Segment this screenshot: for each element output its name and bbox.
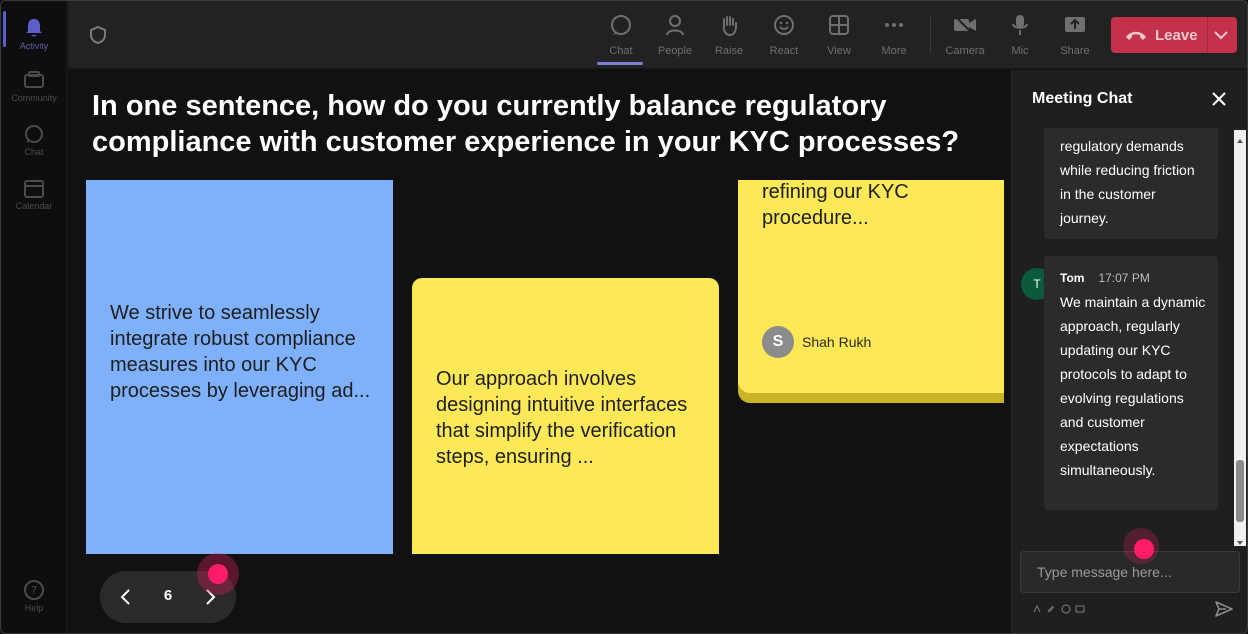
chat-button[interactable]: Chat: [595, 9, 647, 65]
meeting-toolbar: Chat People Raise React View More Camera…: [68, 1, 1247, 69]
chat-icon: [23, 123, 45, 145]
community-icon: [23, 69, 45, 91]
phone-hangup-icon: [1125, 28, 1147, 42]
question-title: In one sentence, how do you currently ba…: [92, 90, 960, 158]
share-button-label: Share: [1060, 45, 1090, 57]
page-number: 6: [163, 587, 173, 604]
avatar: S: [762, 326, 794, 358]
toolbar-divider: [930, 17, 931, 53]
view-button[interactable]: View: [813, 9, 865, 65]
rail-item-activity[interactable]: Activity: [1, 9, 67, 59]
pointer-indicator: [1123, 528, 1159, 564]
rail-label: Community: [11, 93, 57, 103]
pointer-indicator: [197, 553, 239, 595]
rail-item-calendar[interactable]: Calendar: [1, 169, 67, 219]
rail-item-help[interactable]: ? Help: [1, 571, 67, 621]
chat-message: Tom 17:07 PM We maintain a dynamic appro…: [1044, 256, 1218, 510]
people-button-label: People: [657, 45, 693, 57]
help-icon: ?: [23, 579, 45, 601]
chat-scrollbar[interactable]: [1234, 130, 1246, 546]
raise-hand-button[interactable]: Raise: [703, 9, 755, 65]
previous-page-button[interactable]: [114, 585, 138, 609]
scrollbar-thumb[interactable]: [1236, 460, 1244, 522]
active-tab-indicator: [597, 62, 643, 65]
card-author: S Shah Rukh: [762, 326, 871, 358]
microphone-icon: [1008, 13, 1032, 37]
bell-icon: [23, 17, 45, 39]
react-button-label: React: [769, 45, 799, 57]
grid-icon: [827, 13, 851, 37]
mic-button-label: Mic: [1011, 45, 1029, 57]
chat-message: regulatory demands while reducing fricti…: [1044, 128, 1218, 239]
rail-label: Chat: [24, 147, 44, 157]
rail-item-community[interactable]: Community: [1, 61, 67, 111]
meeting-window: Activity Community Chat Calendar ? Help: [0, 0, 1248, 634]
sticky-note-card[interactable]: We strive to seamlessly integrate robust…: [86, 180, 393, 554]
app-rail: Activity Community Chat Calendar ? Help: [1, 1, 67, 633]
card-text: Our approach involves designing intuitiv…: [436, 368, 688, 468]
rail-label: Help: [24, 603, 44, 613]
chat-icon: [609, 13, 633, 37]
react-button[interactable]: React: [758, 9, 810, 65]
message-meta: Tom 17:07 PM: [1060, 266, 1208, 290]
send-icon[interactable]: [1214, 600, 1234, 618]
meeting-chat-panel: Meeting Chat regulatory demands while re…: [1011, 70, 1247, 633]
chat-message-list[interactable]: regulatory demands while reducing fricti…: [1012, 128, 1247, 546]
card-text: We strive to seamlessly integrate robust…: [110, 302, 371, 402]
message-time: 17:07 PM: [1098, 271, 1150, 285]
sender-name: Tom: [1060, 271, 1085, 285]
chevron-down-icon[interactable]: [1213, 28, 1229, 42]
close-icon[interactable]: [1210, 90, 1228, 108]
raise-hand-button-label: Raise: [714, 45, 744, 57]
people-icon: [663, 13, 687, 37]
share-screen-icon: [1063, 13, 1087, 37]
mic-button[interactable]: Mic: [994, 9, 1046, 65]
smiley-icon: [772, 13, 796, 37]
leave-button-label: Leave: [1155, 26, 1198, 44]
rail-label: Activity: [19, 41, 49, 51]
sticky-note-card[interactable]: refining our KYC procedure... S Shah Ruk…: [738, 180, 1004, 393]
leave-button[interactable]: Leave: [1111, 17, 1237, 53]
chevron-left-icon: [120, 589, 130, 605]
scroll-up-arrow[interactable]: [1236, 132, 1244, 143]
scroll-down-arrow[interactable]: [1236, 534, 1244, 545]
svg-text:?: ?: [31, 584, 37, 597]
chat-panel-title: Meeting Chat: [1032, 90, 1133, 107]
chat-button-label: Chat: [609, 45, 633, 57]
leave-button-separator: [1207, 17, 1208, 53]
format-icon[interactable]: [1032, 604, 1042, 614]
view-button-label: View: [827, 45, 851, 57]
more-button[interactable]: More: [868, 9, 920, 65]
calendar-icon: [23, 177, 45, 199]
camera-button-label: Camera: [945, 45, 985, 57]
more-dots-icon: [882, 13, 906, 37]
rail-label: Calendar: [15, 201, 53, 211]
attach-icon[interactable]: [1047, 604, 1057, 614]
card-text: refining our KYC procedure...: [762, 181, 909, 229]
author-name: Shah Rukh: [802, 334, 872, 350]
camera-off-icon: [953, 13, 977, 37]
whiteboard-stage: In one sentence, how do you currently ba…: [68, 70, 1011, 633]
emoji-icon[interactable]: [1061, 604, 1071, 614]
rail-item-chat[interactable]: Chat: [1, 115, 67, 165]
sticky-note-card[interactable]: Our approach involves designing intuitiv…: [412, 278, 719, 554]
people-button[interactable]: People: [649, 9, 701, 65]
hand-icon: [717, 13, 741, 37]
message-text: regulatory demands while reducing fricti…: [1060, 138, 1195, 226]
camera-button[interactable]: Camera: [939, 9, 991, 65]
more-button-label: More: [881, 45, 907, 57]
gif-icon[interactable]: [1075, 604, 1085, 614]
share-button[interactable]: Share: [1049, 9, 1101, 65]
message-text: We maintain a dynamic approach, regularl…: [1060, 294, 1206, 478]
shield-icon[interactable]: [88, 25, 108, 45]
